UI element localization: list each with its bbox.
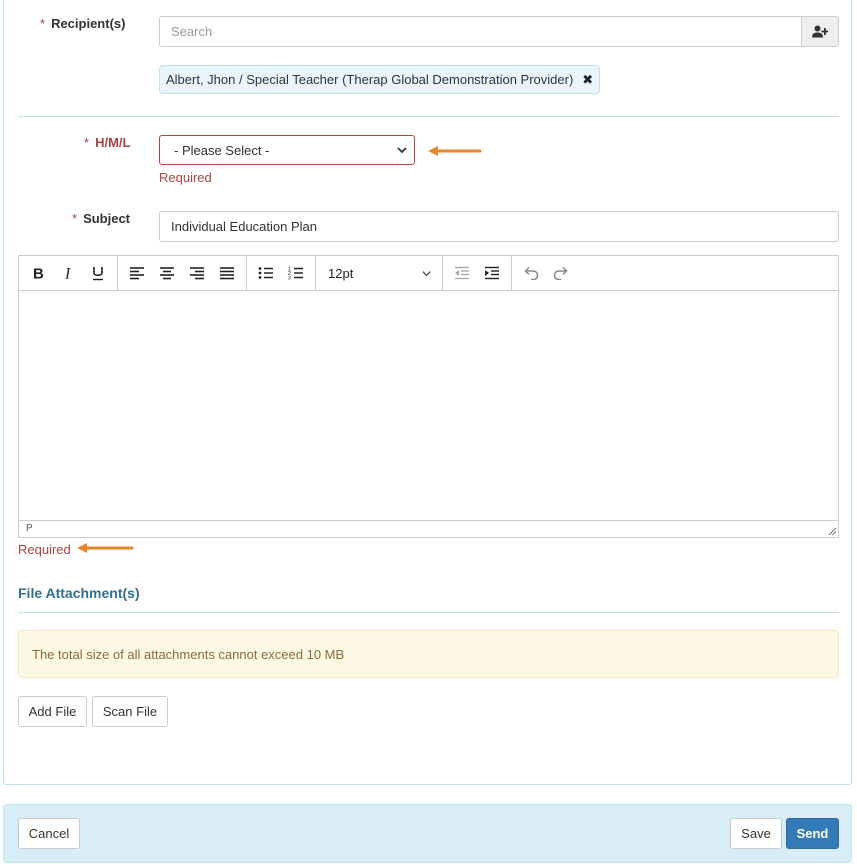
file-attachments-title: File Attachment(s) — [18, 585, 140, 601]
annotation-arrow-icon — [77, 543, 134, 553]
align-justify-button[interactable] — [212, 259, 242, 287]
attachment-size-notice: The total size of all attachments cannot… — [18, 630, 839, 678]
align-right-button[interactable] — [182, 259, 212, 287]
resize-handle-icon[interactable] — [828, 527, 837, 536]
chevron-down-icon — [422, 270, 431, 276]
align-center-icon — [160, 267, 174, 280]
toolbar-group-format: B I — [19, 256, 118, 290]
outdent-icon — [455, 266, 469, 280]
required-mark: * — [40, 16, 46, 31]
bold-icon: B — [33, 266, 44, 280]
user-plus-icon — [812, 25, 828, 38]
required-mark: * — [84, 135, 90, 150]
toolbar-group-history — [512, 256, 580, 290]
attachment-size-notice-text: The total size of all attachments cannot… — [32, 646, 345, 662]
recipient-chip-label: Albert, Jhon / Special Teacher (Therap G… — [166, 72, 574, 87]
editor-toolbar: B I 1 2 3 12pt — [19, 256, 838, 291]
section-divider — [18, 116, 839, 117]
chevron-down-icon — [397, 147, 407, 154]
outdent-button[interactable] — [447, 259, 477, 287]
rich-text-editor: B I 1 2 3 12pt P — [18, 255, 839, 538]
add-file-button[interactable]: Add File — [18, 696, 87, 727]
required-mark: * — [72, 211, 78, 226]
undo-icon — [524, 266, 539, 280]
align-justify-icon — [220, 267, 234, 280]
save-button[interactable]: Save — [730, 818, 782, 849]
bullet-list-button[interactable] — [251, 259, 281, 287]
recipients-label: * Recipient(s) — [40, 16, 126, 31]
indent-icon — [485, 266, 499, 280]
bullet-list-icon — [258, 267, 273, 279]
scan-file-button[interactable]: Scan File — [92, 696, 168, 727]
indent-button[interactable] — [477, 259, 507, 287]
font-size-select[interactable]: 12pt — [320, 259, 438, 287]
italic-icon: I — [64, 266, 71, 280]
form-footer — [3, 804, 852, 863]
recipient-search-input[interactable] — [159, 16, 802, 47]
editor-error-text: Required — [18, 542, 71, 557]
redo-icon — [553, 266, 568, 280]
numbered-list-button[interactable]: 123 — [281, 259, 311, 287]
section-divider — [18, 612, 839, 613]
toolbar-group-indent — [443, 256, 512, 290]
svg-text:B: B — [33, 266, 44, 280]
add-recipient-button[interactable] — [801, 16, 839, 47]
undo-button[interactable] — [516, 259, 546, 287]
italic-button[interactable]: I — [53, 259, 83, 287]
hml-error-text: Required — [159, 170, 212, 185]
annotation-arrow-icon — [428, 146, 482, 156]
align-right-icon — [190, 267, 204, 280]
bold-button[interactable]: B — [23, 259, 53, 287]
redo-button[interactable] — [546, 259, 576, 287]
subject-label: * Subject — [72, 211, 131, 226]
align-center-button[interactable] — [152, 259, 182, 287]
remove-recipient-icon[interactable]: ✖ — [582, 72, 593, 88]
send-button[interactable]: Send — [786, 818, 839, 849]
subject-input[interactable] — [159, 211, 839, 242]
recipient-chip: Albert, Jhon / Special Teacher (Therap G… — [159, 65, 601, 94]
svg-text:I: I — [64, 266, 71, 280]
align-left-icon — [130, 267, 144, 280]
hml-selected-value: - Please Select - — [174, 142, 270, 158]
underline-icon — [93, 266, 103, 280]
hml-select[interactable]: - Please Select - — [159, 135, 415, 165]
editor-statusbar: P — [19, 520, 838, 537]
toolbar-group-lists: 123 — [247, 256, 316, 290]
toolbar-group-font: 12pt — [316, 256, 443, 290]
editor-content-area[interactable] — [19, 291, 838, 520]
numbered-list-icon: 123 — [288, 267, 303, 281]
toolbar-group-align — [118, 256, 247, 290]
underline-button[interactable] — [83, 259, 113, 287]
align-left-button[interactable] — [122, 259, 152, 287]
element-path: P — [26, 523, 33, 534]
cancel-button[interactable]: Cancel — [18, 818, 80, 849]
svg-text:3: 3 — [288, 276, 291, 281]
font-size-value: 12pt — [328, 265, 354, 281]
hml-label: * H/M/L — [84, 135, 131, 150]
